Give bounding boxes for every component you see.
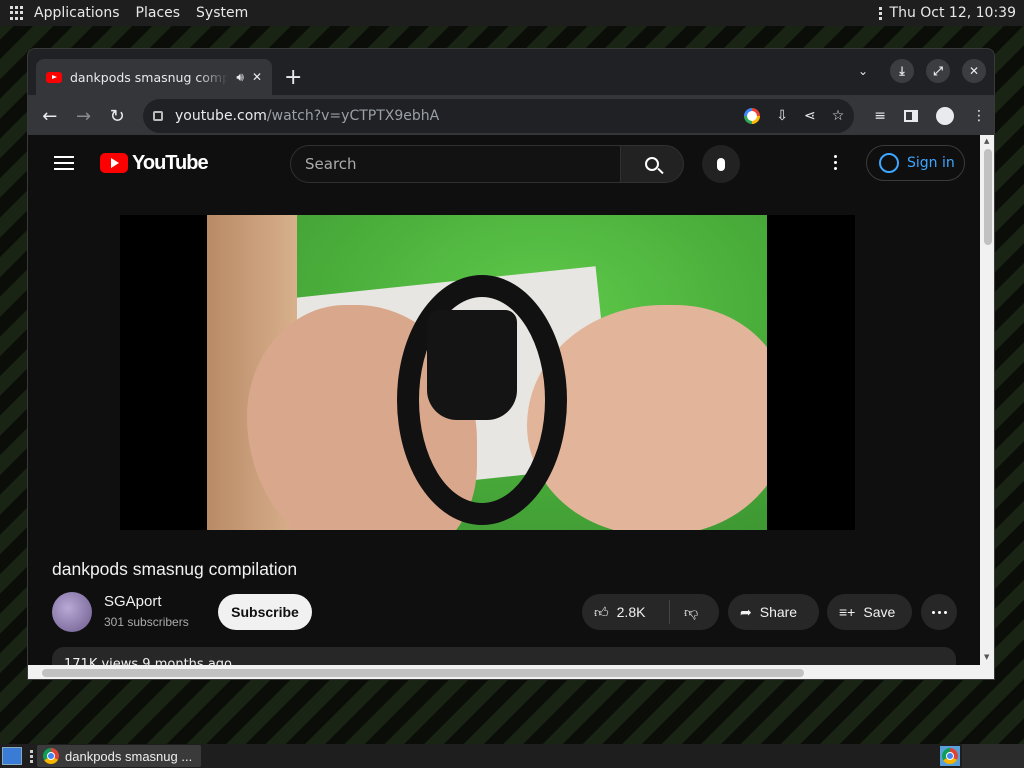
more-actions-button[interactable] <box>921 594 957 630</box>
minimize-button[interactable]: ⤓ <box>890 59 914 83</box>
share-label: Share <box>759 604 798 620</box>
forward-button[interactable]: → <box>70 102 98 130</box>
clock[interactable]: Thu Oct 12, 10:39 <box>890 5 1016 21</box>
menu-system[interactable]: System <box>196 5 248 21</box>
maximize-button[interactable]: ⤢ <box>926 59 950 83</box>
horizontal-scroll-thumb[interactable] <box>42 669 804 677</box>
taskbar-window-button[interactable]: dankpods smasnug ... <box>37 745 201 767</box>
subscriber-count: 301 subscribers <box>104 615 189 629</box>
channel-avatar[interactable] <box>52 592 92 632</box>
media-controls-icon[interactable]: ≡ <box>874 108 886 124</box>
search-icon <box>645 157 659 171</box>
url-path: /watch?v=yCTPTX9ebhA <box>266 108 440 124</box>
account-icon <box>879 153 899 173</box>
share-button[interactable]: ➦ Share <box>728 594 819 630</box>
menu-applications[interactable]: Applications <box>34 5 120 21</box>
youtube-wordmark: YouTube <box>132 151 209 174</box>
google-lens-icon[interactable] <box>744 108 761 124</box>
apps-grid-icon[interactable] <box>10 6 24 20</box>
close-window-button[interactable]: ✕ <box>962 59 986 83</box>
settings-more-icon[interactable] <box>834 155 837 170</box>
thumbs-down-icon: 👎︎ <box>684 603 699 620</box>
panel-handle-icon <box>878 6 882 20</box>
tray-area <box>962 744 1024 768</box>
url-host: youtube.com <box>174 108 267 124</box>
youtube-logo[interactable]: YouTube <box>100 151 209 175</box>
tab-title: dankpods smasnug compilation <box>70 69 228 85</box>
microphone-icon <box>717 157 725 171</box>
description-box[interactable]: 171K views 9 months ago <box>52 647 956 665</box>
scroll-up-icon[interactable]: ▲ <box>984 137 989 145</box>
hamburger-menu-icon[interactable] <box>54 156 74 170</box>
voice-search-button[interactable] <box>702 145 740 183</box>
youtube-favicon-icon <box>46 71 62 83</box>
vertical-scroll-thumb[interactable] <box>984 149 992 245</box>
install-app-icon[interactable]: ⇩ <box>776 108 788 124</box>
share-arrow-icon: ➦ <box>740 603 752 620</box>
share-icon[interactable]: ⋖ <box>804 108 816 124</box>
bookmark-star-icon[interactable]: ☆ <box>832 108 845 124</box>
browser-toolbar: ← → ↻ youtube.com/watch?v=yCTPTX9ebhA ⇩ … <box>28 95 994 137</box>
horizontal-scrollbar[interactable] <box>28 665 980 679</box>
address-bar[interactable]: youtube.com/watch?v=yCTPTX9ebhA ⇩ ⋖ ☆ <box>142 99 855 133</box>
browser-menu-icon[interactable]: ⋮ <box>972 108 986 124</box>
reload-button[interactable]: ↻ <box>103 102 131 130</box>
playlist-add-icon: ≡+ <box>839 604 856 620</box>
youtube-play-icon <box>100 153 128 173</box>
show-desktop-button[interactable] <box>2 747 22 765</box>
search-button[interactable] <box>620 145 684 183</box>
sign-in-label: Sign in <box>907 155 955 171</box>
profile-icon[interactable] <box>936 107 955 125</box>
like-count: 2.8K <box>616 604 646 620</box>
video-frame <box>207 215 767 530</box>
side-panel-icon[interactable] <box>904 110 919 122</box>
chrome-icon <box>942 748 958 764</box>
like-dislike-group: 👍︎ 2.8K 👎︎ <box>582 594 719 630</box>
scroll-corner <box>980 665 994 679</box>
menu-places[interactable]: Places <box>136 5 181 21</box>
channel-name[interactable]: SGAport <box>104 593 162 610</box>
thumbs-up-icon: 👍︎ <box>594 603 609 620</box>
masthead: YouTube Search Sign in <box>28 135 980 191</box>
chrome-icon <box>43 748 59 764</box>
tab-close-icon[interactable]: ✕ <box>252 70 262 84</box>
save-button[interactable]: ≡+ Save <box>827 594 912 630</box>
tray-chrome-icon[interactable] <box>940 746 960 766</box>
scroll-down-icon[interactable]: ▼ <box>984 653 989 661</box>
tab-active[interactable]: dankpods smasnug compilation 🔊︎ ✕ <box>36 59 272 95</box>
search-input[interactable]: Search <box>290 145 620 183</box>
taskbar-handle-icon <box>30 749 33 763</box>
save-label: Save <box>863 604 896 620</box>
tab-strip: dankpods smasnug compilation 🔊︎ ✕ + ⌄ ⤓ … <box>28 49 994 95</box>
video-title: dankpods smasnug compilation <box>52 559 298 579</box>
subscribe-button[interactable]: Subscribe <box>218 594 312 630</box>
browser-window: dankpods smasnug compilation 🔊︎ ✕ + ⌄ ⤓ … <box>27 48 995 680</box>
dislike-button[interactable]: 👎︎ <box>670 604 698 621</box>
youtube-page: YouTube Search Sign in dankpods smasnug … <box>28 135 980 665</box>
cable-plug <box>427 310 517 420</box>
description-peek: 171K views 9 months ago <box>64 657 232 665</box>
new-tab-button[interactable]: + <box>284 59 302 95</box>
taskbar-window-label: dankpods smasnug ... <box>65 748 193 764</box>
like-button[interactable]: 👍︎ 2.8K <box>582 600 670 624</box>
vertical-scrollbar[interactable]: ▲ ▼ <box>980 135 994 665</box>
tab-search-chevron-icon[interactable]: ⌄ <box>858 64 868 78</box>
top-panel: Applications Places System Thu Oct 12, 1… <box>0 0 1024 26</box>
taskbar: dankpods smasnug ... <box>0 744 1024 768</box>
sign-in-button[interactable]: Sign in <box>866 145 965 181</box>
lock-icon[interactable] <box>152 111 163 121</box>
speaker-icon[interactable]: 🔊︎ <box>236 70 244 85</box>
video-player[interactable] <box>120 215 855 530</box>
back-button[interactable]: ← <box>36 102 64 130</box>
